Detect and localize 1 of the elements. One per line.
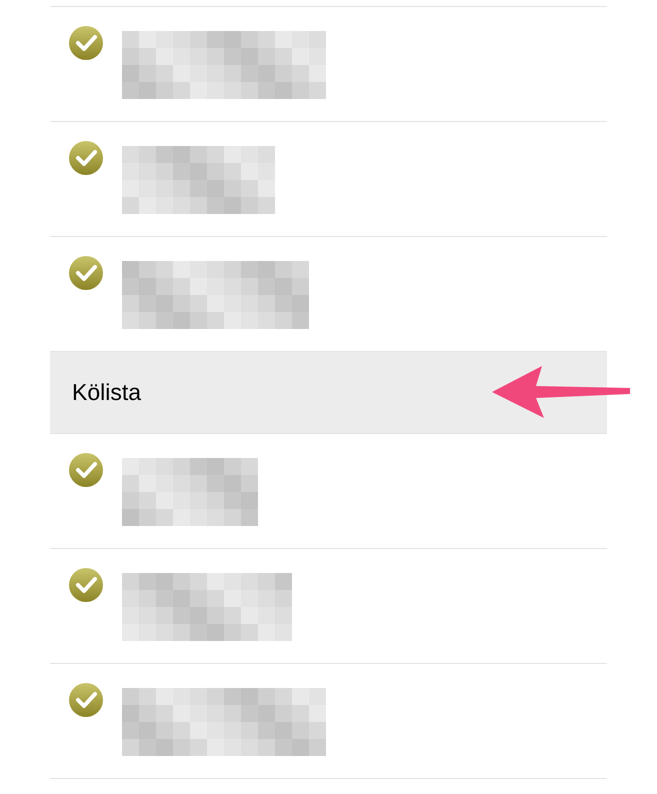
section-title: Kölista bbox=[72, 378, 142, 408]
